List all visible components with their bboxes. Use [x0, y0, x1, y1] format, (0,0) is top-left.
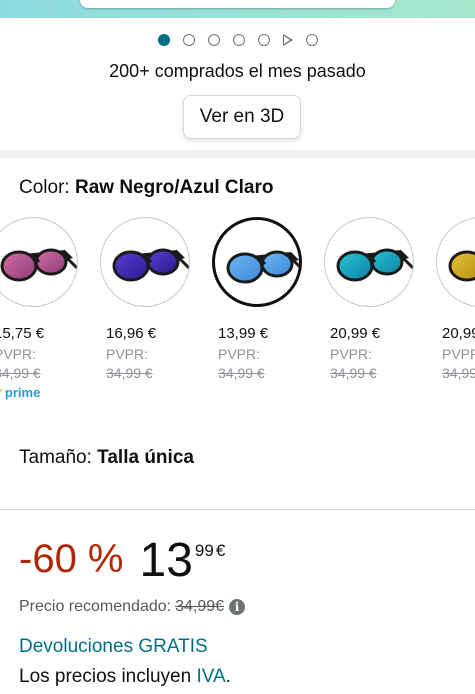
- swatch-pvpr-price: 34,99 €: [218, 365, 265, 381]
- swatch-image[interactable]: [100, 217, 190, 307]
- view-3d-button[interactable]: Ver en 3D: [183, 95, 301, 139]
- color-swatch[interactable]: 20,99 € PVPR: 34,99 €: [324, 217, 418, 381]
- prime-badge: ✓prime: [0, 385, 82, 401]
- bought-last-month: 200+ comprados el mes pasado: [109, 61, 366, 81]
- size-selector-heading: Tamaño: Talla única: [19, 447, 194, 469]
- price-fraction: 99: [194, 541, 214, 560]
- prime-label: prime: [4, 385, 41, 400]
- color-selector-heading: Color: Raw Negro/Azul Claro: [19, 177, 273, 199]
- free-returns-link[interactable]: Devoluciones GRATIS: [19, 636, 208, 658]
- color-swatch[interactable]: 15,75 € PVPR: 34,99 € ✓prime: [0, 217, 82, 401]
- swatch-pvpr-label: PVPR:: [0, 346, 37, 362]
- header-band: [0, 0, 475, 18]
- recommended-value: 34,99€: [175, 598, 225, 615]
- price-block: -60 % 13 99 €: [19, 533, 225, 589]
- swatch-pvpr-label: PVPR:: [218, 346, 261, 362]
- swatch-price: 20,99 €: [330, 325, 381, 342]
- carousel-dot[interactable]: [257, 34, 270, 46]
- sunglasses-icon: [112, 248, 189, 282]
- sunglasses-icon: [336, 248, 413, 282]
- swatch-price: 16,96 €: [106, 325, 157, 342]
- carousel-dot[interactable]: [232, 34, 245, 46]
- swatch-pvpr-price: 34,99 €: [0, 365, 41, 381]
- discount-percentage: -60 %: [19, 537, 124, 581]
- color-swatch-list: 15,75 € PVPR: 34,99 € ✓prime 16,96 € PVPR: 34,…: [0, 217, 475, 412]
- recommended-label: Precio recomendado:: [19, 598, 172, 615]
- vat-suffix: .: [225, 666, 231, 687]
- section-divider: [0, 150, 475, 158]
- carousel-dot[interactable]: [182, 34, 195, 46]
- swatch-price: 20,99 €: [442, 325, 475, 342]
- price-currency: €: [215, 541, 226, 560]
- swatch-pvpr-price: 34,99 €: [106, 365, 153, 381]
- swatch-image[interactable]: [212, 217, 302, 307]
- swatch-pvpr-label: PVPR:: [106, 346, 149, 362]
- image-carousel-indicators: [0, 33, 475, 47]
- color-swatch[interactable]: 20,99 € PVPR: 34,99 €: [436, 217, 475, 381]
- carousel-dot[interactable]: [305, 34, 318, 46]
- swatch-price: 15,75 €: [0, 325, 45, 342]
- swatch-image[interactable]: [436, 217, 475, 307]
- sunglasses-icon: [226, 250, 299, 284]
- size-value: Talla única: [97, 447, 194, 468]
- recommended-price: Precio recomendado: 34,99€ i: [19, 598, 246, 616]
- color-value: Raw Negro/Azul Claro: [74, 177, 274, 198]
- vat-prefix: Los precios incluyen: [19, 666, 197, 687]
- info-icon[interactable]: i: [229, 599, 246, 615]
- color-label: Color:: [19, 177, 75, 198]
- color-swatch[interactable]: 16,96 € PVPR: 34,99 €: [100, 217, 194, 381]
- sunglasses-icon: [0, 248, 77, 282]
- current-price: 13 99 €: [140, 533, 226, 589]
- sunglasses-icon: [448, 250, 475, 282]
- swatch-price: 13,99 €: [218, 325, 269, 342]
- swatch-pvpr-label: PVPR:: [442, 346, 475, 362]
- search-bar-edge[interactable]: [80, 0, 395, 8]
- swatch-pvpr-price: 34,99 €: [442, 365, 475, 381]
- price-whole: 13: [139, 534, 193, 587]
- play-icon[interactable]: [282, 34, 293, 46]
- swatch-image[interactable]: [0, 217, 78, 307]
- carousel-dot[interactable]: [157, 34, 170, 46]
- vat-link[interactable]: IVA: [196, 666, 225, 687]
- color-swatch[interactable]: 13,99 € PVPR: 34,99 €: [212, 217, 306, 381]
- swatch-pvpr-label: PVPR:: [330, 346, 373, 362]
- carousel-dot[interactable]: [207, 34, 220, 46]
- swatch-image[interactable]: [324, 217, 414, 307]
- swatch-pvpr-price: 34,99 €: [330, 365, 377, 381]
- divider: [0, 509, 475, 510]
- vat-notice: Los precios incluyen IVA.: [19, 666, 231, 688]
- size-label: Tamaño:: [19, 447, 98, 468]
